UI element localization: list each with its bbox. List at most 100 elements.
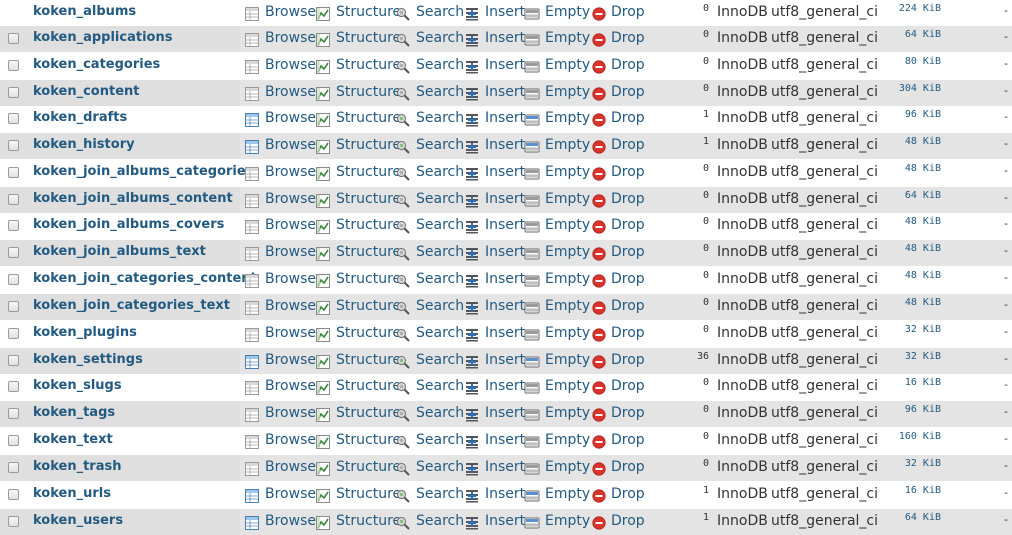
size-link[interactable]: 48 KiB	[881, 160, 941, 180]
drop-icon	[592, 406, 606, 422]
table-name-link[interactable]: koken_join_albums_categories	[33, 160, 253, 186]
size-link[interactable]: 304 KiB	[881, 80, 941, 100]
collation-value[interactable]: utf8_general_ci	[771, 294, 878, 320]
insert-row-icon	[465, 111, 479, 127]
row-checkbox[interactable]	[8, 408, 19, 419]
table-name-link[interactable]: koken_drafts	[33, 106, 127, 132]
collation-value[interactable]: utf8_general_ci	[771, 133, 878, 159]
table-name-link[interactable]: koken_content	[33, 80, 140, 106]
collation-value[interactable]: utf8_general_ci	[771, 240, 878, 266]
size-link[interactable]: 48 KiB	[881, 294, 941, 314]
table-name-cell: koken_content	[0, 80, 240, 106]
collation-value[interactable]: utf8_general_ci	[771, 106, 878, 132]
collation-value[interactable]: utf8_general_ci	[771, 187, 878, 213]
table-name-link[interactable]: koken_slugs	[33, 374, 122, 400]
size-link[interactable]: 32 KiB	[881, 455, 941, 475]
table-name-link[interactable]: koken_albums	[33, 0, 136, 26]
size-link[interactable]: 80 KiB	[881, 53, 941, 73]
row-checkbox[interactable]	[8, 381, 19, 392]
table-name-link[interactable]: koken_categories	[33, 53, 160, 79]
overhead-value: -	[1004, 378, 1008, 391]
row-checkbox[interactable]	[8, 60, 19, 71]
empty-table-icon	[524, 31, 540, 46]
row-checkbox[interactable]	[8, 462, 19, 473]
row-checkbox[interactable]	[8, 274, 19, 285]
size-link[interactable]: 48 KiB	[881, 133, 941, 153]
table-name-link[interactable]: koken_history	[33, 133, 135, 159]
table-row: koken_trash Browse Structure Search Inse…	[0, 455, 1012, 481]
row-checkbox[interactable]	[8, 87, 19, 98]
collation-value[interactable]: utf8_general_ci	[771, 455, 878, 481]
row-checkbox[interactable]	[8, 247, 19, 258]
row-checkbox[interactable]	[8, 33, 19, 44]
size-link[interactable]: 48 KiB	[881, 213, 941, 233]
row-checkbox[interactable]	[8, 140, 19, 151]
drop-icon	[592, 460, 606, 476]
table-name-link[interactable]: koken_join_albums_covers	[33, 213, 224, 239]
collation-value[interactable]: utf8_general_ci	[771, 428, 878, 454]
table-name-link[interactable]: koken_plugins	[33, 321, 137, 347]
row-checkbox[interactable]	[8, 220, 19, 231]
size-link[interactable]: 96 KiB	[881, 106, 941, 126]
table-name-link[interactable]: koken_users	[33, 509, 123, 535]
collation-value[interactable]: utf8_general_ci	[771, 26, 878, 52]
size-link[interactable]: 96 KiB	[881, 401, 941, 421]
drop-icon	[592, 85, 606, 101]
structure-icon	[316, 433, 330, 449]
row-checkbox[interactable]	[8, 301, 19, 312]
engine-value: InnoDB	[717, 378, 768, 394]
collation-value[interactable]: utf8_general_ci	[771, 509, 878, 535]
insert-row-icon	[465, 192, 479, 208]
table-name-link[interactable]: koken_text	[33, 428, 113, 454]
size-link[interactable]: 64 KiB	[881, 187, 941, 207]
collation-value[interactable]: utf8_general_ci	[771, 213, 878, 239]
row-checkbox[interactable]	[8, 113, 19, 124]
collation-value[interactable]: utf8_general_ci	[771, 401, 878, 427]
insert-row-icon	[465, 138, 479, 154]
size-link[interactable]: 224 KiB	[881, 0, 941, 20]
size-link[interactable]: 16 KiB	[881, 482, 941, 502]
collation-value[interactable]: utf8_general_ci	[771, 321, 878, 347]
collation-value[interactable]: utf8_general_ci	[771, 53, 878, 79]
table-name-link[interactable]: koken_applications	[33, 26, 172, 52]
table-name-link[interactable]: koken_tags	[33, 401, 115, 427]
size-link[interactable]: 64 KiB	[881, 26, 941, 46]
empty-table-icon	[524, 514, 540, 529]
magnifier-icon	[396, 58, 410, 74]
table-name-link[interactable]: koken_join_albums_text	[33, 240, 206, 266]
size-link[interactable]: 48 KiB	[881, 240, 941, 260]
collation-value[interactable]: utf8_general_ci	[771, 482, 878, 508]
collation-value[interactable]: utf8_general_ci	[771, 374, 878, 400]
table-name-cell: koken_join_albums_text	[0, 240, 240, 266]
row-checkbox[interactable]	[8, 328, 19, 339]
row-checkbox[interactable]	[8, 194, 19, 205]
table-name-link[interactable]: koken_trash	[33, 455, 122, 481]
size-link[interactable]: 160 KiB	[881, 428, 941, 448]
collation-value[interactable]: utf8_general_ci	[771, 348, 878, 374]
collation-value[interactable]: utf8_general_ci	[771, 267, 878, 293]
row-checkbox[interactable]	[8, 167, 19, 178]
collation-value[interactable]: utf8_general_ci	[771, 0, 878, 26]
empty-table-icon	[524, 218, 540, 233]
size-link[interactable]: 32 KiB	[881, 321, 941, 341]
row-checkbox[interactable]	[8, 435, 19, 446]
collation-value[interactable]: utf8_general_ci	[771, 80, 878, 106]
table-name-link[interactable]: koken_settings	[33, 348, 143, 374]
row-checkbox[interactable]	[8, 489, 19, 500]
size-link[interactable]: 16 KiB	[881, 374, 941, 394]
table-icon	[245, 433, 259, 449]
table-name-link[interactable]: koken_urls	[33, 482, 111, 508]
size-link[interactable]: 32 KiB	[881, 348, 941, 368]
table-name-cell: koken_join_categories_content	[0, 267, 257, 293]
size-link[interactable]: 64 KiB	[881, 509, 941, 529]
row-checkbox[interactable]	[8, 516, 19, 527]
table-name-cell: koken_settings	[0, 348, 240, 374]
table-name-link[interactable]: koken_join_categories_content	[33, 267, 257, 293]
size-link[interactable]: 48 KiB	[881, 267, 941, 287]
empty-table-icon	[524, 487, 540, 502]
collation-value[interactable]: utf8_general_ci	[771, 160, 878, 186]
table-name-link[interactable]: koken_join_albums_content	[33, 187, 233, 213]
row-checkbox[interactable]	[8, 355, 19, 366]
table-name-link[interactable]: koken_join_categories_text	[33, 294, 230, 320]
table-name-cell: koken_albums	[0, 0, 240, 26]
